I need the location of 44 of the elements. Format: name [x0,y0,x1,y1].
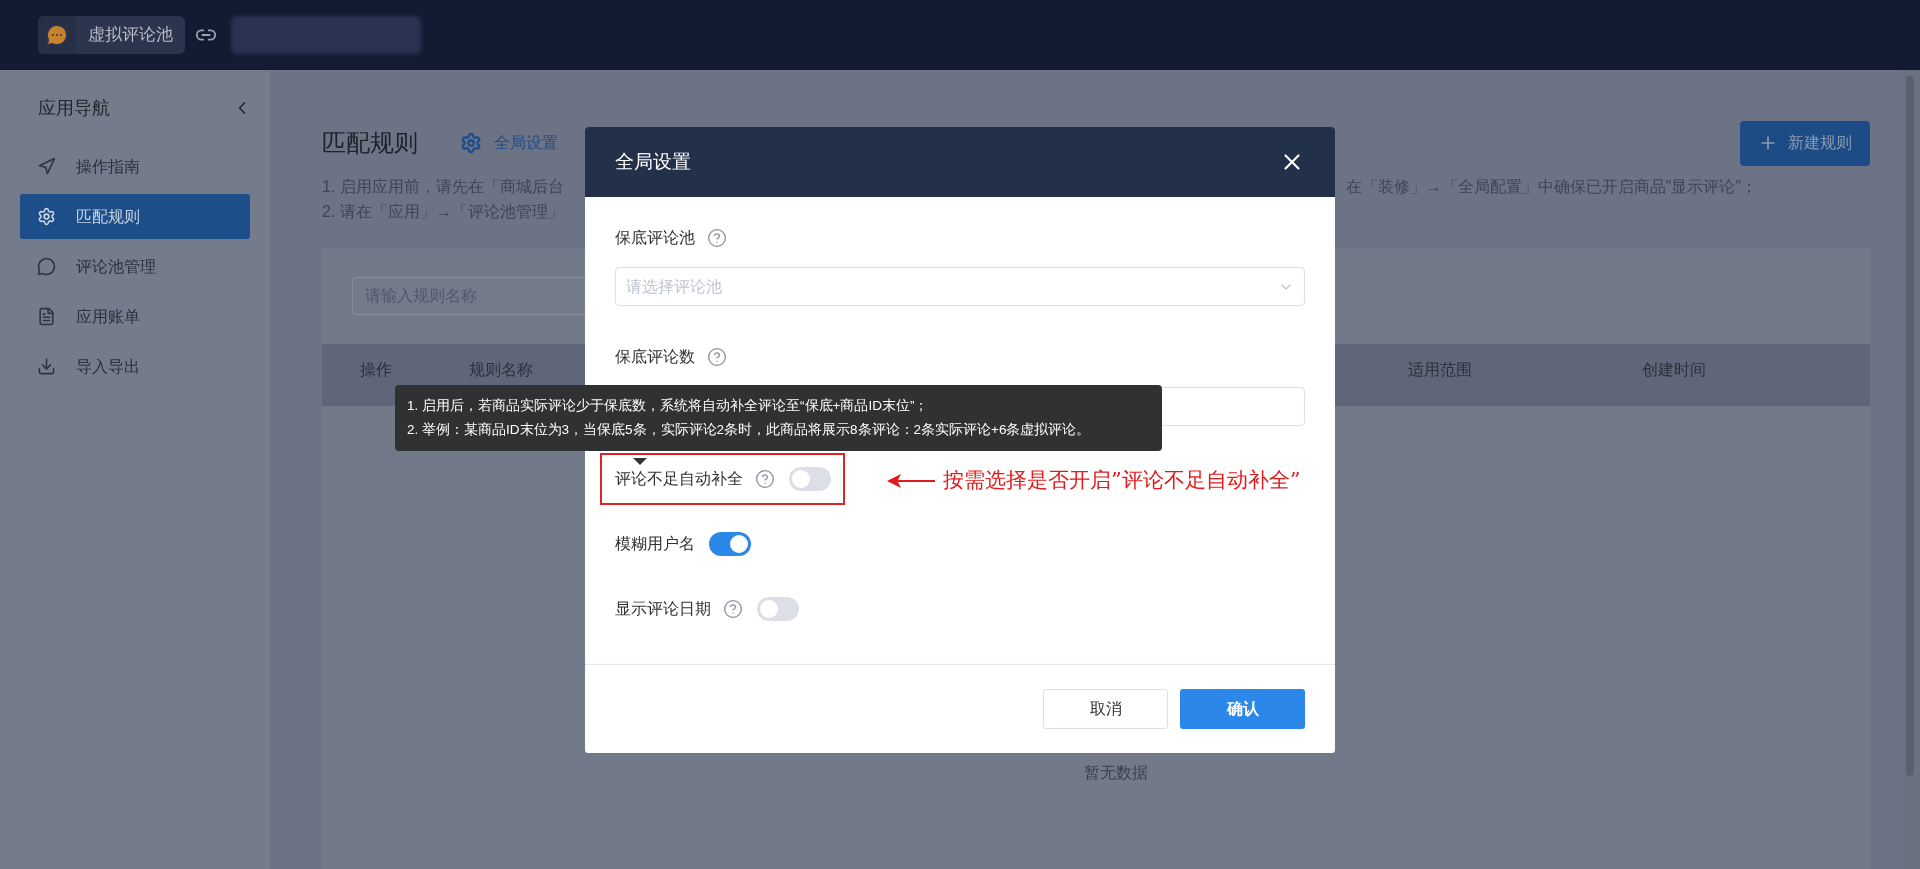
app-chip[interactable]: 虚拟评论池 [38,16,185,54]
cancel-button[interactable]: 取消 [1043,689,1168,729]
tooltip-text: 2. 举例：某商品ID末位为3，当保底5条，实际评论2条时，此商品将展示8条评论：2条实际评论+6条虚拟评论。 [407,421,1092,439]
column-header: 规则名称 [469,360,533,380]
field-label: 评论不足自动补全 [615,469,743,489]
sidebar-item[interactable]: 应用账单 [20,294,250,339]
help-icon[interactable] [707,228,727,248]
column-header: 适用范围 [1408,360,1472,380]
help-icon[interactable] [723,599,743,619]
settings-link[interactable]: 全局设置 [460,131,558,155]
field-label: 保底评论池 [615,228,695,248]
settings-icon [37,207,56,226]
sidebar-item[interactable]: 评论池管理 [20,244,250,289]
column-header: 操作 [360,360,392,380]
field-label: 模糊用户名 [615,534,695,554]
help-icon[interactable] [707,347,727,367]
tooltip-text: 1. 启用后，若商品实际评论少于保底数，系统将自动补全评论至“保底+商品ID末位”； [407,397,930,415]
app-name: 虚拟评论池 [87,24,174,47]
sidebar-item[interactable]: 匹配规则 [20,194,250,239]
page-title: 匹配规则 [322,128,418,158]
help-icon[interactable] [755,469,775,489]
confirm-button[interactable]: 确认 [1180,689,1305,729]
toggle-switch[interactable] [709,532,751,556]
empty-text: 暂无数据 [1084,763,1148,783]
field-label: 显示评论日期 [615,599,711,619]
download-icon [37,357,56,376]
document-icon [37,307,56,326]
annotation-text: 按需选择是否开启”评论不足自动补全” [943,467,1301,494]
settings-icon [460,132,482,154]
toggle-switch[interactable] [789,467,831,491]
field-label: 保底评论数 [615,347,695,367]
tooltip-arrow [633,458,647,465]
pool-select[interactable]: 请选择评论池 [615,267,1305,306]
annotation-arrow [887,473,935,488]
sidebar-title: 应用导航 [38,96,110,120]
column-header: 创建时间 [1642,360,1706,380]
new-rule-button[interactable]: 新建规则 [1740,120,1870,166]
navigation-icon [37,157,56,176]
chat-icon [37,257,56,276]
chat-icon [45,23,69,47]
sidebar-item[interactable]: 操作指南 [20,144,250,189]
dialog-title: 全局设置 [615,149,691,174]
sidebar-item[interactable]: 导入导出 [20,344,250,389]
toggle-switch[interactable] [757,597,799,621]
